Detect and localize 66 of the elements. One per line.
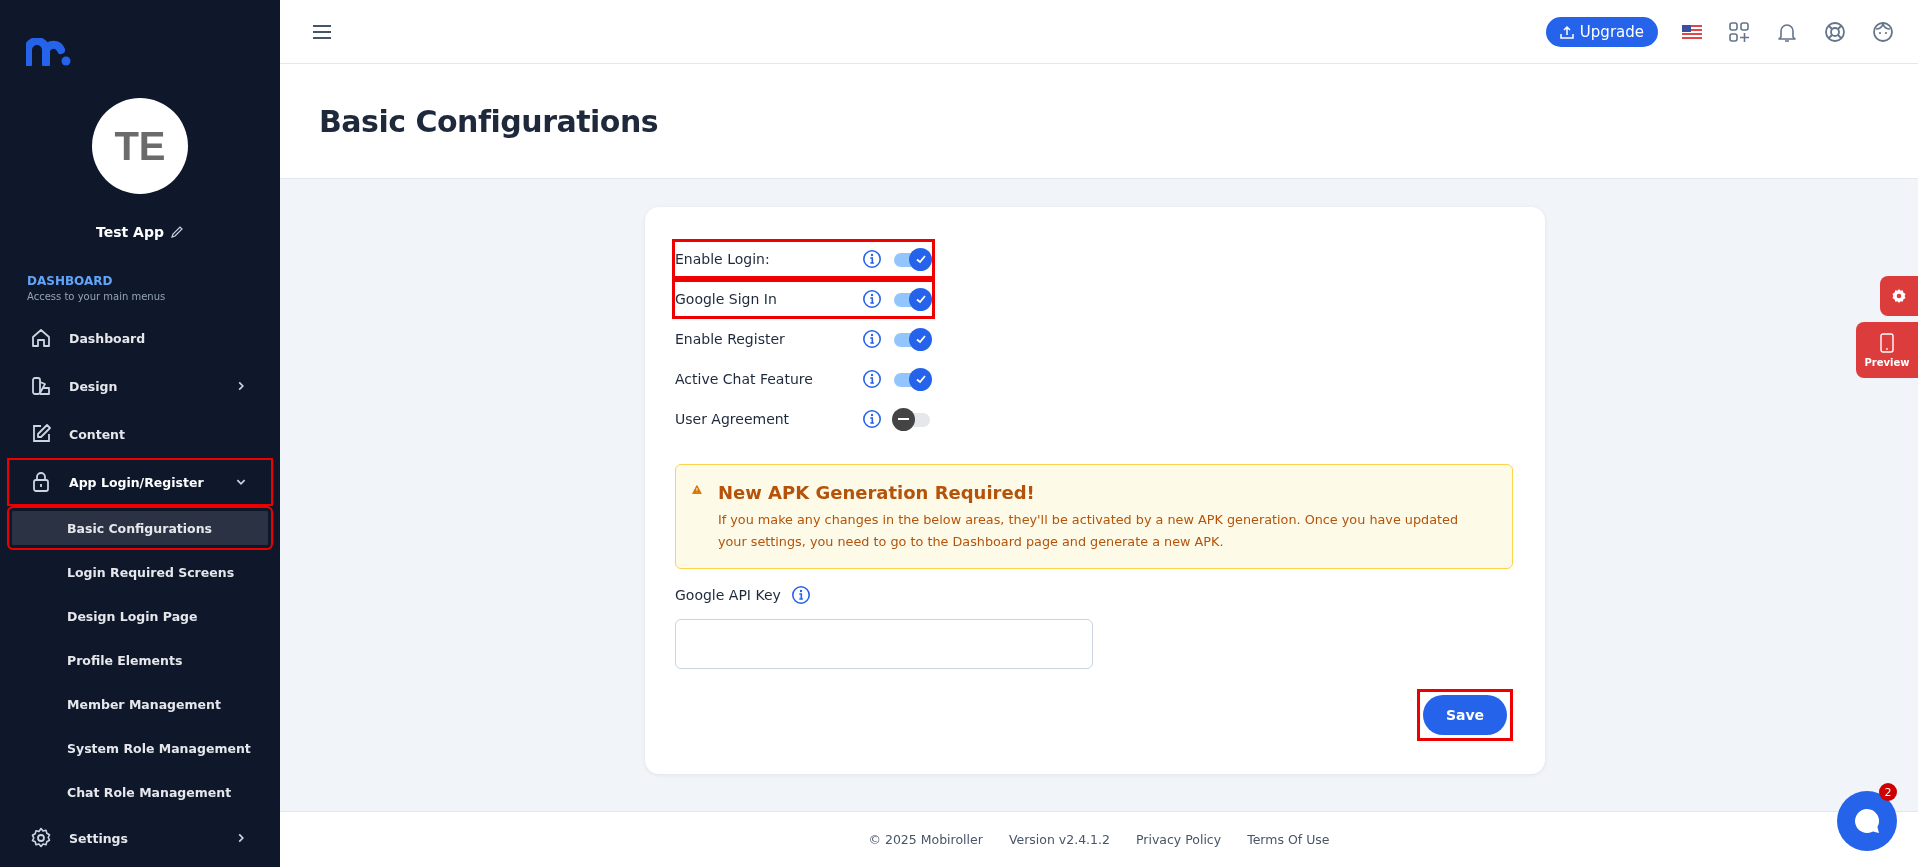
- info-icon[interactable]: [862, 369, 882, 389]
- submenu-item[interactable]: Design Login Page: [7, 594, 273, 638]
- save-button[interactable]: Save: [1423, 695, 1507, 735]
- info-icon[interactable]: [862, 329, 882, 349]
- notification-badge: 2: [1879, 783, 1897, 801]
- pencil-icon[interactable]: [170, 225, 184, 239]
- logo-icon: [26, 38, 72, 66]
- info-icon[interactable]: [862, 289, 882, 309]
- apps-add-icon[interactable]: [1728, 20, 1750, 43]
- toggle-switch[interactable]: [892, 247, 932, 271]
- chat-bubble-icon: [1852, 806, 1882, 836]
- app-avatar: TE: [92, 98, 188, 194]
- footer-link[interactable]: Terms Of Use: [1247, 832, 1330, 847]
- sidebar-item[interactable]: Content: [7, 410, 273, 458]
- app-name: Test App: [96, 224, 164, 240]
- version-text: Version v2.4.1.2: [1008, 832, 1110, 847]
- toggle-switch[interactable]: [892, 367, 932, 391]
- page-title: Basic Configurations: [319, 103, 659, 139]
- submenu-item[interactable]: Profile Elements: [7, 638, 273, 682]
- section-subtitle: Access to your main menus: [27, 291, 167, 302]
- check-icon: [914, 253, 927, 265]
- setting-label: Enable Login:: [675, 251, 771, 267]
- upload-icon: [1559, 24, 1574, 39]
- copyright-text: © 2025 Mobiroller: [868, 832, 983, 847]
- phone-icon: [1880, 332, 1894, 353]
- setting-label: User Agreement: [675, 411, 791, 427]
- settings-tab-button[interactable]: [1880, 276, 1918, 316]
- setting-label: Active Chat Feature: [675, 371, 814, 387]
- info-icon[interactable]: [790, 585, 811, 605]
- info-icon[interactable]: [862, 249, 882, 269]
- alert-title: New APK Generation Required!: [717, 482, 1036, 503]
- gear-icon: [1891, 288, 1907, 304]
- footer-link[interactable]: Privacy Policy: [1135, 832, 1222, 847]
- minus-icon: [898, 418, 909, 420]
- api-key-field[interactable]: [675, 619, 1093, 669]
- submenu-item[interactable]: Basic Configurations: [7, 506, 273, 550]
- face-icon[interactable]: [1872, 20, 1894, 43]
- alert-message: If you make any changes in the below areas, they'll be activated by a new APK generation. Once you have updated your settings, you need to go to the Dashboard page and generate a new APK.: [717, 511, 1460, 551]
- info-icon[interactable]: [862, 409, 882, 429]
- sidebar-item[interactable]: Design: [7, 362, 273, 410]
- house-icon: [29, 326, 53, 350]
- flag-icon[interactable]: [1682, 24, 1702, 39]
- sidebar-item[interactable]: Settings: [7, 814, 273, 862]
- warning-icon: [692, 482, 702, 497]
- toggle-switch[interactable]: [892, 327, 932, 351]
- sidebar-item[interactable]: App Login/Register: [7, 458, 273, 506]
- check-icon: [914, 333, 927, 345]
- setting-label: Google Sign In: [675, 291, 778, 307]
- setting-label: Enable Register: [675, 331, 786, 347]
- lifebuoy-icon[interactable]: [1824, 20, 1846, 43]
- palette-icon: [29, 374, 53, 398]
- submenu-item[interactable]: Member Management: [7, 682, 273, 726]
- submenu-item[interactable]: Login Required Screens: [7, 550, 273, 594]
- submenu-item[interactable]: System Role Management: [7, 726, 273, 770]
- check-icon: [914, 293, 927, 305]
- preview-button[interactable]: Preview: [1856, 322, 1918, 378]
- toggle-switch[interactable]: [892, 407, 932, 431]
- check-icon: [914, 373, 927, 385]
- section-title: DASHBOARD: [27, 274, 114, 288]
- sidebar-item[interactable]: Dashboard: [7, 314, 273, 362]
- toggle-switch[interactable]: [892, 287, 932, 311]
- menu-icon[interactable]: [312, 23, 332, 40]
- field-label: Google API Key: [675, 587, 781, 603]
- submenu-item[interactable]: Chat Role Management: [7, 770, 273, 814]
- settings-icon: [29, 826, 53, 850]
- upgrade-button[interactable]: Upgrade: [1545, 16, 1658, 47]
